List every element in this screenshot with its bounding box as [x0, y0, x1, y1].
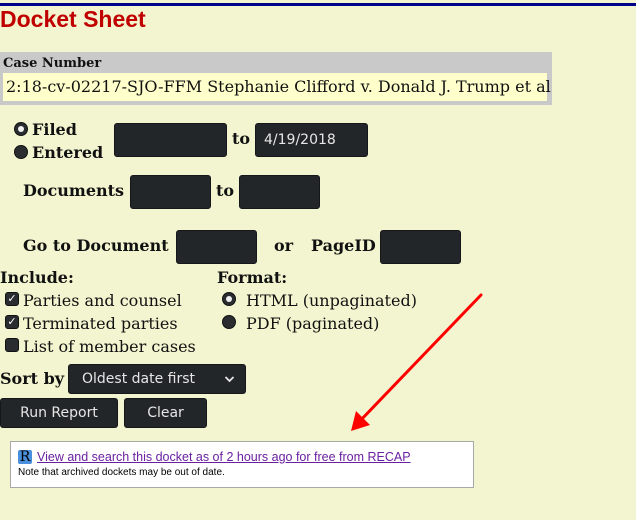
run-report-button[interactable]: Run Report: [0, 398, 118, 428]
include-heading: Include:: [0, 268, 74, 287]
radio-filed[interactable]: [14, 122, 28, 136]
checkbox-parties-and-counsel[interactable]: ✓: [5, 292, 19, 306]
case-number-box: Case Number 2:18-cv-02217-SJO-FFM Stepha…: [0, 52, 552, 105]
documents-to-input[interactable]: [239, 175, 320, 209]
documents-to-label: to: [216, 181, 235, 200]
checkbox-terminated-parties[interactable]: ✓: [5, 315, 19, 329]
radio-html-unpaginated[interactable]: [222, 292, 236, 306]
format-heading: Format:: [217, 268, 288, 287]
html-unpaginated-label: HTML (unpaginated): [246, 291, 417, 310]
docket-sheet-page: Docket Sheet Case Number 2:18-cv-02217-S…: [0, 0, 636, 520]
recap-banner: R View and search this docket as of 2 ho…: [10, 441, 474, 488]
sort-by-label: Sort by: [0, 369, 65, 388]
sort-selected-value: Oldest date first: [82, 371, 196, 387]
terminated-parties-label: Terminated parties: [23, 314, 178, 333]
case-number-value: 2:18-cv-02217-SJO-FFM Stephanie Clifford…: [3, 73, 551, 101]
checkbox-member-cases[interactable]: [5, 338, 19, 352]
filed-label: Filed: [32, 120, 77, 139]
radio-pdf-paginated[interactable]: [222, 315, 236, 329]
or-label: or: [274, 236, 294, 255]
documents-from-input[interactable]: [130, 175, 211, 209]
sort-select[interactable]: Oldest date first: [68, 364, 246, 394]
parties-and-counsel-label: Parties and counsel: [23, 291, 182, 310]
goto-document-label: Go to Document: [23, 236, 169, 255]
goto-document-input[interactable]: [176, 230, 257, 264]
date-to-label: to: [232, 129, 251, 148]
page-title: Docket Sheet: [0, 6, 146, 32]
radio-entered[interactable]: [14, 145, 28, 159]
recap-link[interactable]: View and search this docket as of 2 hour…: [37, 450, 411, 465]
case-number-label: Case Number: [3, 56, 102, 71]
member-cases-label: List of member cases: [23, 337, 196, 356]
recap-note: Note that archived dockets may be out of…: [18, 467, 225, 478]
pageid-label: PageID: [311, 236, 376, 255]
date-from-input[interactable]: [114, 123, 227, 157]
entered-label: Entered: [32, 143, 104, 162]
documents-label: Documents: [23, 181, 125, 200]
recap-logo-icon: R: [18, 449, 32, 465]
chevron-down-icon: [224, 365, 235, 404]
date-to-input[interactable]: 4/19/2018: [255, 123, 368, 157]
pageid-input[interactable]: [380, 230, 461, 264]
clear-button[interactable]: Clear: [124, 398, 207, 428]
pdf-paginated-label: PDF (paginated): [246, 314, 380, 333]
